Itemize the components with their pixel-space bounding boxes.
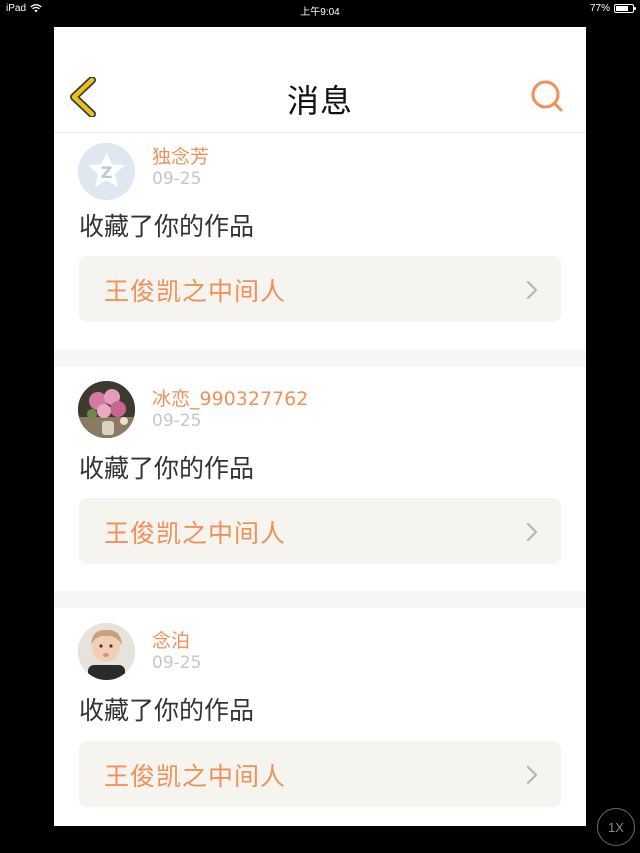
zoom-badge[interactable]: 1X	[597, 808, 635, 846]
message-card: 冰恋_990327762 09-25 收藏了你的作品 王俊凯之中间人	[54, 367, 586, 591]
child-photo-avatar-icon	[78, 623, 135, 680]
page-title: 消息	[286, 82, 353, 120]
divider	[54, 350, 586, 367]
message-date: 09-25	[152, 169, 202, 189]
username[interactable]: 独念芳	[152, 142, 209, 169]
qq-default-avatar-icon: Z	[78, 143, 135, 200]
nav-bar: 消息	[54, 27, 586, 133]
avatar[interactable]: Z	[78, 143, 135, 200]
chevron-right-icon	[526, 522, 538, 542]
chevron-right-icon	[526, 280, 538, 300]
message-card: Z 独念芳 09-25 收藏了你的作品 王俊凯之中间人	[54, 133, 586, 350]
chevron-right-icon	[526, 765, 538, 785]
action-text: 收藏了你的作品	[79, 212, 255, 241]
work-title: 王俊凯之中间人	[104, 277, 287, 306]
work-title: 王俊凯之中间人	[104, 762, 287, 791]
search-button[interactable]	[530, 79, 564, 113]
search-icon	[531, 80, 563, 112]
app-screen: 消息 Z 独念芳 09-25 收藏了你的作品 王俊凯之中间人 冰恋_990327…	[54, 27, 586, 826]
battery-percent: 77%	[589, 3, 610, 14]
avatar[interactable]	[78, 381, 135, 438]
message-date: 09-25	[152, 411, 202, 431]
status-time: 上午9:04	[300, 7, 340, 18]
message-date: 09-25	[152, 653, 202, 673]
work-link[interactable]: 王俊凯之中间人	[79, 256, 561, 322]
message-card: 念泊 09-25 收藏了你的作品 王俊凯之中间人	[54, 608, 586, 826]
work-link[interactable]: 王俊凯之中间人	[79, 741, 561, 807]
flowers-avatar-icon	[78, 381, 135, 438]
svg-text:Z: Z	[101, 163, 113, 182]
avatar[interactable]	[78, 623, 135, 680]
battery-icon	[614, 4, 636, 13]
divider	[54, 591, 586, 608]
action-text: 收藏了你的作品	[79, 454, 255, 483]
status-bar: iPad 上午9:04 77%	[0, 0, 640, 18]
work-link[interactable]: 王俊凯之中间人	[79, 498, 561, 564]
action-text: 收藏了你的作品	[79, 696, 255, 725]
username[interactable]: 念泊	[152, 626, 190, 653]
username[interactable]: 冰恋_990327762	[152, 384, 308, 411]
work-title: 王俊凯之中间人	[104, 519, 287, 548]
